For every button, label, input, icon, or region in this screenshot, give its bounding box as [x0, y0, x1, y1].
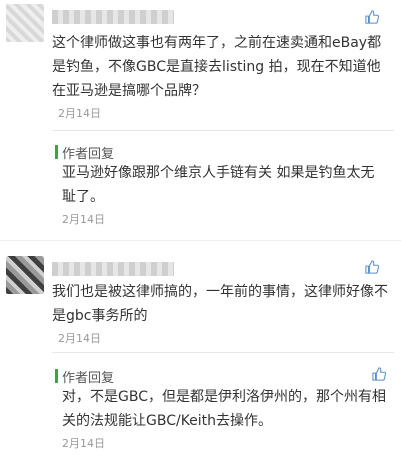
- reply-accent-bar: [55, 369, 58, 383]
- comment-text: 这个律师做这事也有两年了，之前在速卖通和eBay都是钓鱼，不像GBC是直接去li…: [52, 35, 382, 99]
- comment-divider: [0, 240, 401, 241]
- avatar[interactable]: [6, 256, 44, 294]
- avatar[interactable]: [6, 4, 44, 42]
- thumbs-up-icon[interactable]: [365, 260, 379, 274]
- reply-date: 2月14日: [62, 213, 105, 226]
- reply-text: 亚马逊好像跟那个维京人手链有关 如果是钓鱼太无耻了。: [62, 165, 375, 205]
- author-reply: 作者回复 亚马逊好像跟那个维京人手链有关 如果是钓鱼太无耻了。 2月14日: [52, 130, 394, 230]
- reply-label: 作者回复: [62, 371, 115, 386]
- reply-label: 作者回复: [62, 147, 115, 162]
- username-redacted[interactable]: [52, 10, 174, 24]
- comment-date: 2月14日: [58, 107, 101, 120]
- comment-item: 这个律师做这事也有两年了，之前在速卖通和eBay都是钓鱼，不像GBC是直接去li…: [0, 0, 401, 240]
- reply-date: 2月14日: [62, 437, 105, 450]
- thumbs-up-icon[interactable]: [365, 10, 379, 24]
- thumbs-up-icon[interactable]: [372, 367, 386, 381]
- username-redacted[interactable]: [52, 262, 174, 276]
- reply-accent-bar: [55, 145, 58, 159]
- comment-date: 2月14日: [58, 332, 101, 345]
- author-reply: 作者回复 对，不是GBC，但是都是伊利洛伊州的，那个州有相关的法规能让GBC/K…: [52, 352, 394, 457]
- comment-text: 我们也是被这律师搞的，一年前的事情，这律师好像不是gbc事务所的: [52, 284, 388, 324]
- comment-item: 我们也是被这律师搞的，一年前的事情，这律师好像不是gbc事务所的 2月14日 作…: [0, 248, 401, 461]
- reply-text: 对，不是GBC，但是都是伊利洛伊州的，那个州有相关的法规能让GBC/Keith去…: [62, 389, 386, 429]
